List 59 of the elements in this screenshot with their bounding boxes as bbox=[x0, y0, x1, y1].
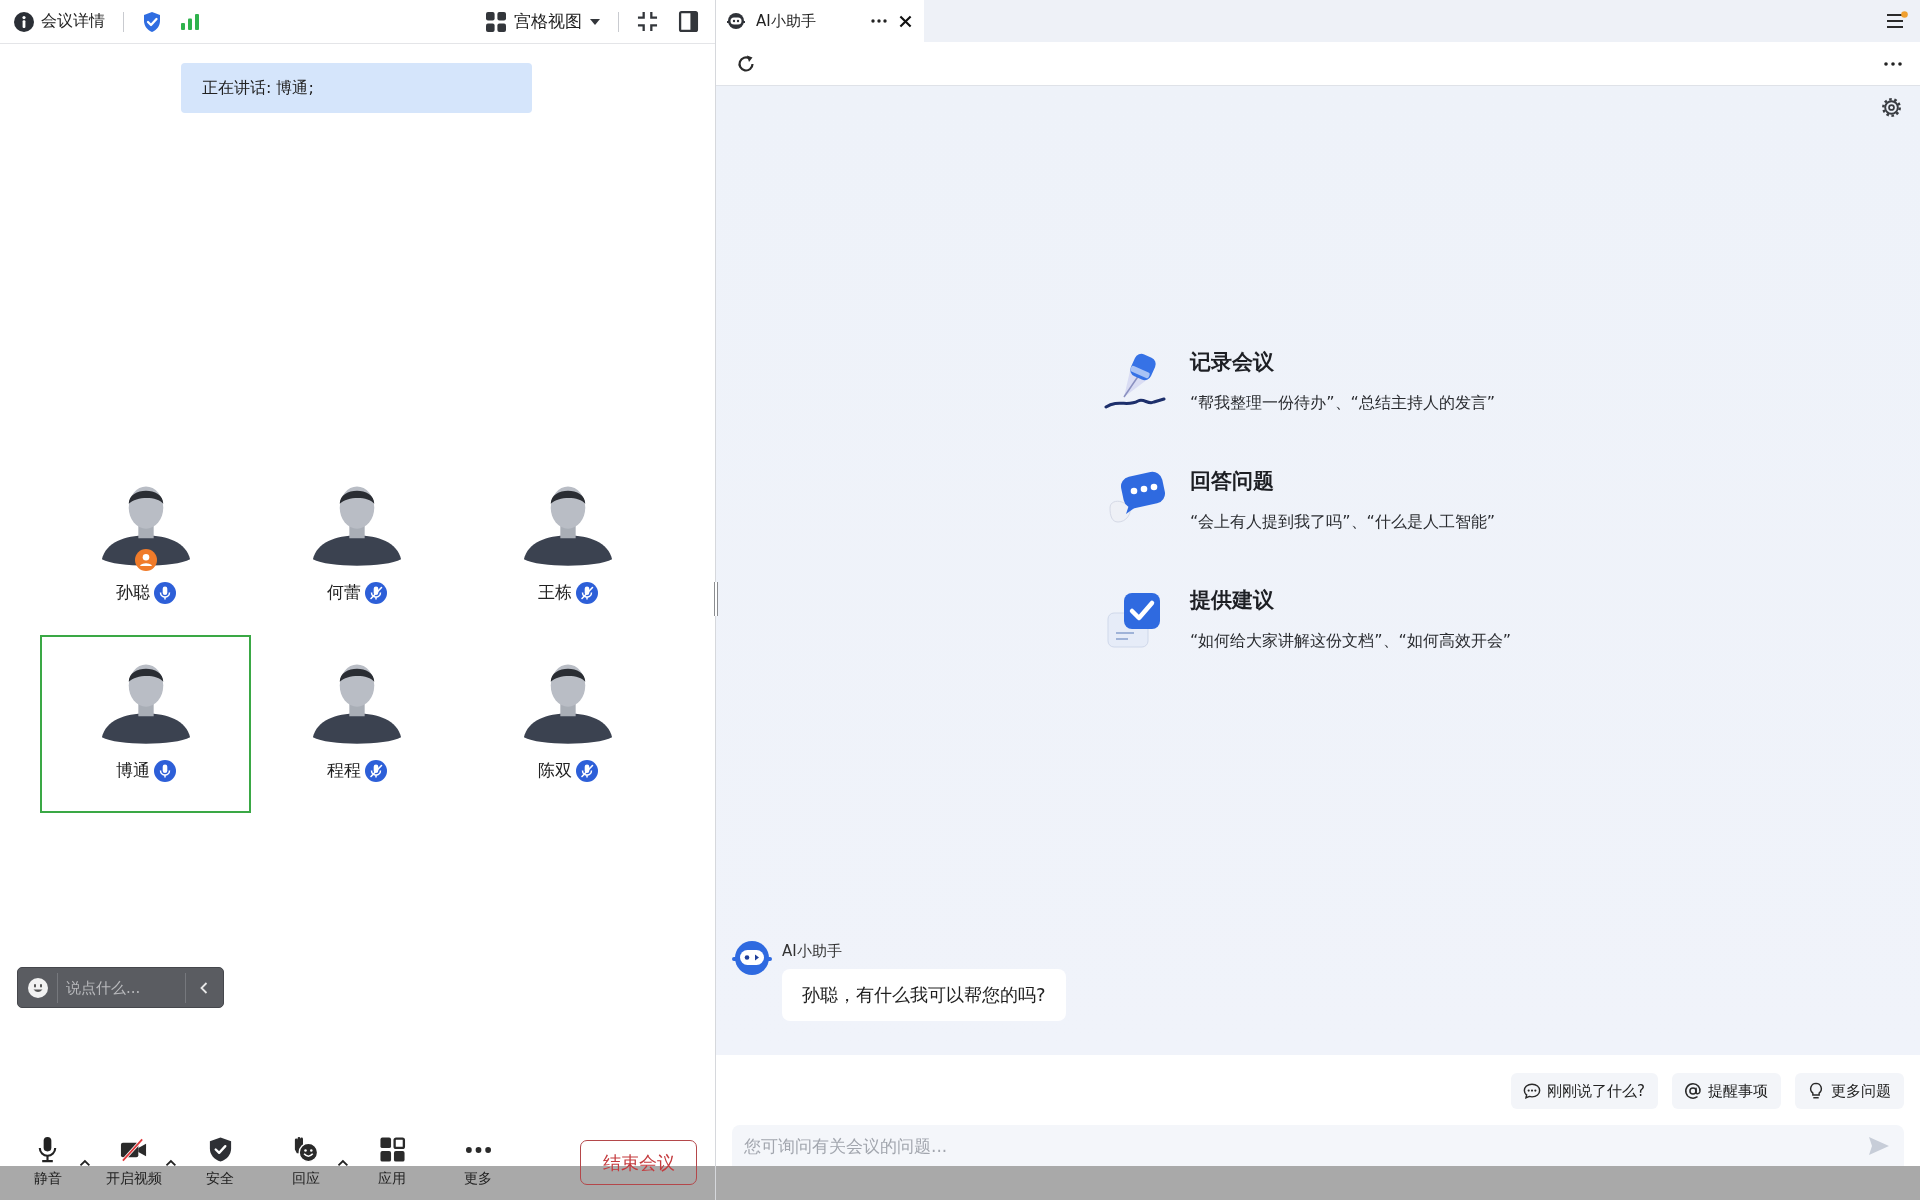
feature-examples: “如何给大家讲解这份文档”、“如何高效开会” bbox=[1190, 631, 1512, 652]
participant-name: 博通 bbox=[115, 759, 150, 782]
more-icon[interactable] bbox=[1884, 61, 1902, 66]
suggestion-chip[interactable]: 更多问题 bbox=[1795, 1073, 1904, 1109]
more-icon bbox=[465, 1146, 491, 1153]
more-icon[interactable] bbox=[871, 19, 887, 23]
shield-check-icon[interactable] bbox=[142, 10, 162, 33]
feature-title: 记录会议 bbox=[1190, 349, 1275, 376]
participant-name: 孙聪 bbox=[115, 581, 150, 604]
feature-title: 回答问题 bbox=[1190, 468, 1275, 495]
toolbar-apps-button[interactable]: 应用 bbox=[360, 1128, 424, 1188]
participant-name: 王栋 bbox=[537, 581, 572, 604]
speech-bubble-icon bbox=[1523, 1082, 1542, 1100]
grid-icon bbox=[486, 11, 506, 32]
video-off-icon bbox=[120, 1136, 148, 1163]
suggestion-chip[interactable]: 提醒事项 bbox=[1672, 1073, 1781, 1109]
speaking-banner: 正在讲话: 博通; bbox=[181, 63, 532, 113]
signal-bars-icon[interactable] bbox=[181, 13, 199, 30]
toolbar-reaction-button[interactable]: 回应 bbox=[274, 1128, 338, 1188]
toolbar-security-button[interactable]: 安全 bbox=[188, 1128, 252, 1188]
message-bubble: 孙聪，有什么我可以帮您的吗? bbox=[782, 969, 1066, 1021]
participant-name: 何蕾 bbox=[326, 581, 361, 604]
meeting-info-button[interactable]: 会议详情 bbox=[14, 6, 105, 37]
sender-name: AI小助手 bbox=[782, 942, 842, 961]
question-input-field[interactable]: 您可询问有关会议的问题... bbox=[732, 1125, 1904, 1166]
hand-smiley-icon bbox=[292, 1136, 320, 1163]
toolbar-video-button[interactable]: 开启视频 bbox=[102, 1128, 166, 1188]
splitter-handle[interactable] bbox=[714, 582, 718, 616]
chat-input-bar[interactable]: 说点什么... bbox=[17, 967, 224, 1008]
at-sign-icon bbox=[1684, 1082, 1702, 1100]
toolbar-mic-button[interactable]: 静音 bbox=[16, 1128, 80, 1188]
feature-examples: “会上有人提到我了吗”、“什么是人工智能” bbox=[1190, 512, 1496, 533]
participant-name: 程程 bbox=[326, 759, 361, 782]
smiley-icon[interactable] bbox=[27, 976, 49, 999]
side-panel-icon[interactable] bbox=[678, 11, 699, 32]
robot-icon bbox=[726, 12, 746, 30]
caret-up-icon[interactable] bbox=[337, 1159, 349, 1167]
feature-examples: “帮我整理一份待办”、“总结主持人的发言” bbox=[1190, 393, 1496, 414]
collapse-icon[interactable] bbox=[637, 11, 658, 32]
view-mode-dropdown[interactable]: 宫格视图 bbox=[486, 6, 600, 37]
caret-up-icon[interactable] bbox=[165, 1159, 177, 1167]
suggestion-chip[interactable]: 刚刚说了什么? bbox=[1511, 1073, 1658, 1109]
caret-up-icon[interactable] bbox=[79, 1159, 91, 1167]
close-icon[interactable] bbox=[899, 14, 912, 28]
lightbulb-icon bbox=[1807, 1082, 1825, 1100]
settings-icon[interactable] bbox=[1881, 97, 1902, 118]
caret-down-icon bbox=[590, 18, 600, 25]
feature-title: 提供建议 bbox=[1190, 587, 1275, 614]
info-icon bbox=[14, 11, 34, 32]
refresh-icon[interactable] bbox=[736, 53, 756, 74]
assistant-tab[interactable]: AI小助手 bbox=[716, 0, 924, 42]
toolbar-more-button[interactable]: 更多 bbox=[446, 1128, 510, 1188]
apps-grid-icon bbox=[378, 1136, 406, 1163]
end-meeting-button[interactable]: 结束会议 bbox=[580, 1140, 697, 1185]
chat-input-field[interactable]: 说点什么... bbox=[66, 975, 177, 1000]
robot-avatar-icon bbox=[732, 939, 772, 977]
participant-name: 陈双 bbox=[537, 759, 572, 782]
menu-icon[interactable] bbox=[1886, 11, 1908, 31]
chevron-left-icon[interactable] bbox=[200, 981, 208, 994]
